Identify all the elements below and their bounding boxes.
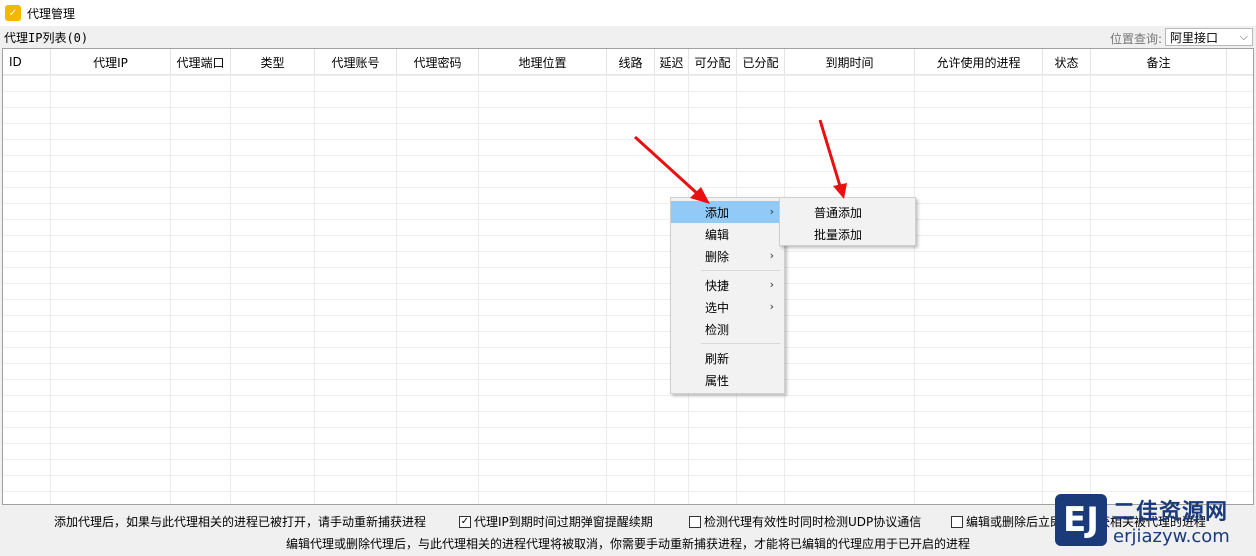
checkbox-udp-check-label: 检测代理有效性时同时检测UDP协议通信: [704, 515, 922, 529]
submenu-item-normal-add[interactable]: 普通添加: [780, 201, 915, 223]
chevron-right-icon: ›: [769, 205, 774, 218]
chevron-right-icon: ›: [769, 249, 774, 262]
col-header-allocated[interactable]: 已分配: [737, 49, 785, 75]
col-header-password[interactable]: 代理密码: [397, 49, 479, 75]
col-header-expiry[interactable]: 到期时间: [785, 49, 915, 75]
chevron-right-icon: ›: [769, 278, 774, 291]
note-after-edit: 编辑代理或删除代理后，与此代理相关的进程代理将被取消，你需要手动重新捕获进程，才…: [286, 537, 971, 551]
menu-item-select[interactable]: 选中 ›: [671, 296, 784, 318]
checkbox-udp-check[interactable]: 检测代理有效性时同时检测UDP协议通信: [689, 513, 921, 530]
submenu-item-batch-add[interactable]: 批量添加: [780, 223, 915, 245]
menu-separator: [701, 270, 780, 271]
menu-item-properties[interactable]: 属性: [671, 369, 784, 391]
checkbox-expiry-reminder[interactable]: ✓ 代理IP到期时间过期弹窗提醒续期: [459, 513, 653, 530]
menu-item-check[interactable]: 检测: [671, 318, 784, 340]
menu-item-add-label: 添加: [705, 205, 730, 220]
col-header-ip[interactable]: 代理IP: [51, 49, 171, 75]
menu-item-refresh-label: 刷新: [705, 351, 730, 366]
menu-item-shortcut[interactable]: 快捷 ›: [671, 274, 784, 296]
menu-item-edit-label: 编辑: [705, 227, 730, 242]
proxy-table[interactable]: ID 代理IP 代理端口 类型 代理账号 代理密码 地理位置 线路 延迟 可分配…: [2, 48, 1254, 505]
watermark: EJ 二佳资源网 erjiazyw.com: [1055, 487, 1255, 553]
watermark-cn: 二佳资源网: [1113, 499, 1229, 525]
menu-item-check-label: 检测: [705, 322, 730, 337]
col-header-processes[interactable]: 允许使用的进程: [915, 49, 1043, 75]
col-header-status[interactable]: 状态: [1043, 49, 1091, 75]
col-header-id[interactable]: ID: [3, 49, 51, 75]
menu-item-delete-label: 删除: [705, 249, 730, 264]
table-header: ID 代理IP 代理端口 类型 代理账号 代理密码 地理位置 线路 延迟 可分配…: [3, 49, 1253, 75]
checkbox-expiry-reminder-box[interactable]: ✓: [459, 515, 471, 528]
app-logo-icon: ✓: [5, 5, 21, 21]
menu-item-select-label: 选中: [705, 300, 730, 315]
menu-item-edit[interactable]: 编辑: [671, 223, 784, 245]
context-menu: 添加 › 编辑 删除 › 快捷 › 选中 › 检测 刷新 属性: [670, 197, 785, 394]
col-header-account[interactable]: 代理账号: [315, 49, 397, 75]
location-label: 位置查询:: [1109, 32, 1162, 46]
menu-item-add[interactable]: 添加 ›: [671, 201, 784, 223]
col-header-remark[interactable]: 备注: [1091, 49, 1227, 75]
location-select[interactable]: 阿里接口 ⌵: [1165, 28, 1253, 46]
menu-item-shortcut-label: 快捷: [705, 278, 730, 293]
col-header-line[interactable]: 线路: [607, 49, 655, 75]
menu-item-delete[interactable]: 删除 ›: [671, 245, 784, 267]
checkbox-udp-check-box[interactable]: [689, 515, 701, 528]
chevron-right-icon: ›: [769, 300, 774, 313]
menu-separator: [701, 343, 780, 344]
submenu-item-normal-add-label: 普通添加: [814, 205, 863, 220]
col-header-latency[interactable]: 延迟: [655, 49, 689, 75]
checkbox-expiry-reminder-label: 代理IP到期时间过期弹窗提醒续期: [474, 515, 653, 529]
checkbox-recapture-box[interactable]: [951, 515, 963, 528]
watermark-logo: EJ: [1055, 494, 1107, 546]
submenu-item-batch-add-label: 批量添加: [814, 227, 863, 242]
col-header-port[interactable]: 代理端口: [171, 49, 231, 75]
menu-item-refresh[interactable]: 刷新: [671, 347, 784, 369]
location-select-value: 阿里接口: [1170, 30, 1219, 45]
col-header-location[interactable]: 地理位置: [479, 49, 607, 75]
list-bar: 代理IP列表(0) 位置查询: 阿里接口 ⌵: [0, 27, 1256, 47]
add-submenu: 普通添加 批量添加: [779, 197, 916, 246]
watermark-en: erjiazyw.com: [1113, 525, 1230, 547]
list-label: 代理IP列表(0): [4, 30, 89, 45]
chevron-down-icon: ⌵: [1239, 30, 1248, 43]
col-header-type[interactable]: 类型: [231, 49, 315, 75]
note-after-add: 添加代理后，如果与此代理相关的进程已被打开，请手动重新捕获进程: [54, 515, 427, 529]
menu-item-properties-label: 属性: [705, 373, 730, 388]
table-body[interactable]: [3, 75, 1253, 504]
window-title: 代理管理: [27, 6, 76, 21]
col-header-allocatable[interactable]: 可分配: [689, 49, 737, 75]
title-bar: ✓ 代理管理: [0, 0, 1256, 26]
